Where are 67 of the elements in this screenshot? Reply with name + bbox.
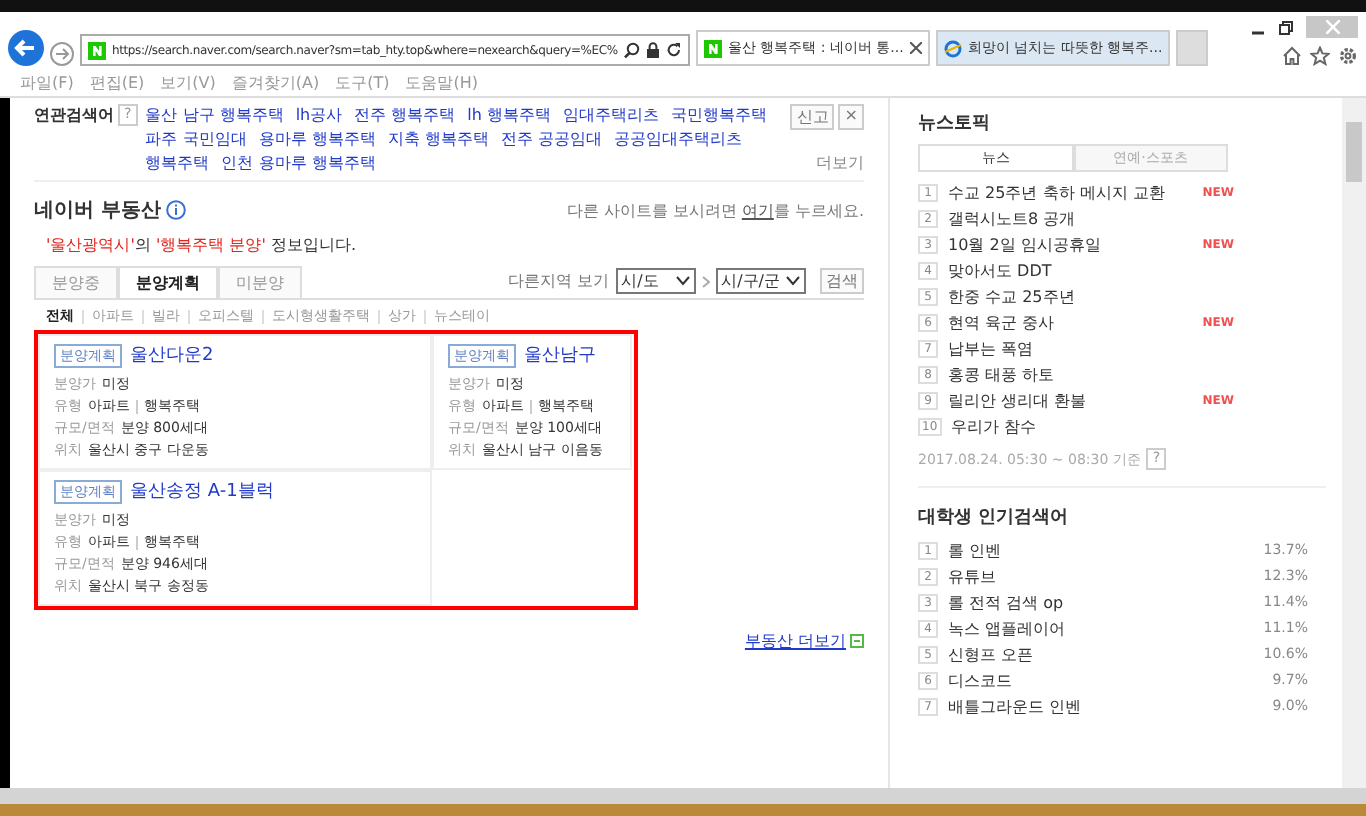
search-button[interactable]: 검색 xyxy=(820,268,864,294)
section-title: 네이버 부동산 xyxy=(34,198,161,224)
news-topic-link[interactable]: 맞아서도 DDT xyxy=(948,258,1052,284)
dropdown[interactable]: 시/도 xyxy=(615,268,696,294)
star-icon[interactable] xyxy=(1310,46,1330,66)
close-button[interactable]: × xyxy=(838,104,864,130)
related-keyword-link[interactable]: 인천 용마루 행복주택 xyxy=(221,152,376,174)
search-term-link[interactable]: 디스코드 xyxy=(948,668,1012,694)
help-text: 다른 사이트를 보시려면 여기를 누르세요. xyxy=(566,199,864,221)
globe-icon xyxy=(943,39,962,57)
search-term-link[interactable]: 롤 전적 검색 op xyxy=(948,590,1064,616)
horizontal-scrollbar[interactable] xyxy=(0,788,1366,804)
info-icon[interactable] xyxy=(166,200,187,220)
home-icon[interactable] xyxy=(1282,46,1302,66)
refresh-icon[interactable] xyxy=(665,42,682,58)
report-button[interactable]: 신고 xyxy=(790,104,835,130)
related-keyword-link[interactable]: 전주 공공임대 xyxy=(500,128,602,150)
search-term-link[interactable]: 녹스 앱플레이어 xyxy=(948,616,1066,642)
notice-text: '울산광역시'의 '행복주택 분양' 정보입니다. xyxy=(46,234,358,256)
vertical-scrollbar[interactable] xyxy=(1342,98,1366,788)
close-icon xyxy=(1325,20,1339,34)
more-link[interactable]: 더보기 xyxy=(816,152,864,174)
related-keyword-link[interactable]: 전주 행복주택 xyxy=(354,104,456,126)
news-topic-link[interactable]: 우리가 참수 xyxy=(951,414,1037,440)
related-keyword-link[interactable]: 국민행복주택 xyxy=(671,104,767,126)
news-topic-link[interactable]: 갤럭시노트8 공개 xyxy=(948,206,1076,232)
search-term-link[interactable]: 신형프 오픈 xyxy=(948,642,1034,668)
chevron-down-icon xyxy=(675,276,690,286)
settings-icon[interactable] xyxy=(1338,46,1358,66)
related-keyword-link[interactable]: lh 행복주택 xyxy=(467,104,551,126)
listing-title-link[interactable]: 울산다운2 xyxy=(130,342,214,368)
more-link[interactable]: 부동산 더보기 xyxy=(744,630,846,652)
related-keyword-link[interactable]: 임대주택리츠 xyxy=(563,104,659,126)
here-link[interactable]: 여기 xyxy=(741,201,774,219)
close-icon[interactable] xyxy=(909,42,922,54)
search-term-link[interactable]: 롤 인벤 xyxy=(948,538,1002,564)
section-title: 대학생 인기검색어 xyxy=(918,506,1071,530)
related-keyword-link[interactable]: 파주 국민임대 xyxy=(145,128,247,150)
listing-title-link[interactable]: 울산남구 xyxy=(524,342,596,368)
related-keyword-link[interactable]: 행복주택 xyxy=(145,152,210,174)
search-term-link[interactable]: 배틀그라운드 인벤 xyxy=(948,694,1082,720)
news-topic-link[interactable]: 릴리안 생리대 환불 xyxy=(948,388,1087,414)
news-topic-link[interactable]: 납부는 폭염 xyxy=(948,336,1034,362)
restore-icon[interactable] xyxy=(1278,19,1294,35)
news-topic-link[interactable]: 수교 25주년 축하 메시지 교환 xyxy=(948,180,1165,206)
related-keyword-link[interactable]: 지축 행복주택 xyxy=(387,128,489,150)
search-icon[interactable] xyxy=(623,42,640,58)
forward-arrow-icon[interactable] xyxy=(50,42,74,66)
related-keyword-link[interactable]: 용마루 행복주택 xyxy=(258,128,376,150)
lock-icon xyxy=(645,42,660,58)
section-title: 뉴스토픽 xyxy=(918,112,992,136)
related-keyword-link[interactable]: lh공사 xyxy=(295,104,343,126)
news-topic-link[interactable]: 현역 육군 중사 xyxy=(948,310,1055,336)
related-keyword-link[interactable]: 공공임대주택리츠 xyxy=(613,128,742,150)
tab[interactable]: 분양계획 xyxy=(118,266,218,298)
filter-label: 다른지역 보기 xyxy=(508,270,610,292)
news-topic-link[interactable]: 홍콩 태풍 하토 xyxy=(948,362,1055,388)
section-label: 연관검색어 xyxy=(34,104,114,126)
related-keyword-link[interactable]: 울산 남구 행복주택 xyxy=(145,104,284,126)
news-topic-link[interactable]: 10월 2일 임시공휴일 xyxy=(948,232,1101,258)
chevron-right-icon xyxy=(701,275,710,287)
listing-title-link[interactable]: 울산송정 A-1블럭 xyxy=(130,478,274,504)
chevron-down-icon xyxy=(786,276,800,286)
dropdown[interactable]: 시/구/군 xyxy=(715,268,806,294)
news-topic-link[interactable]: 한중 수교 25주년 xyxy=(948,284,1075,310)
search-term-link[interactable]: 유튜브 xyxy=(948,564,996,590)
external-link-icon xyxy=(850,634,864,648)
